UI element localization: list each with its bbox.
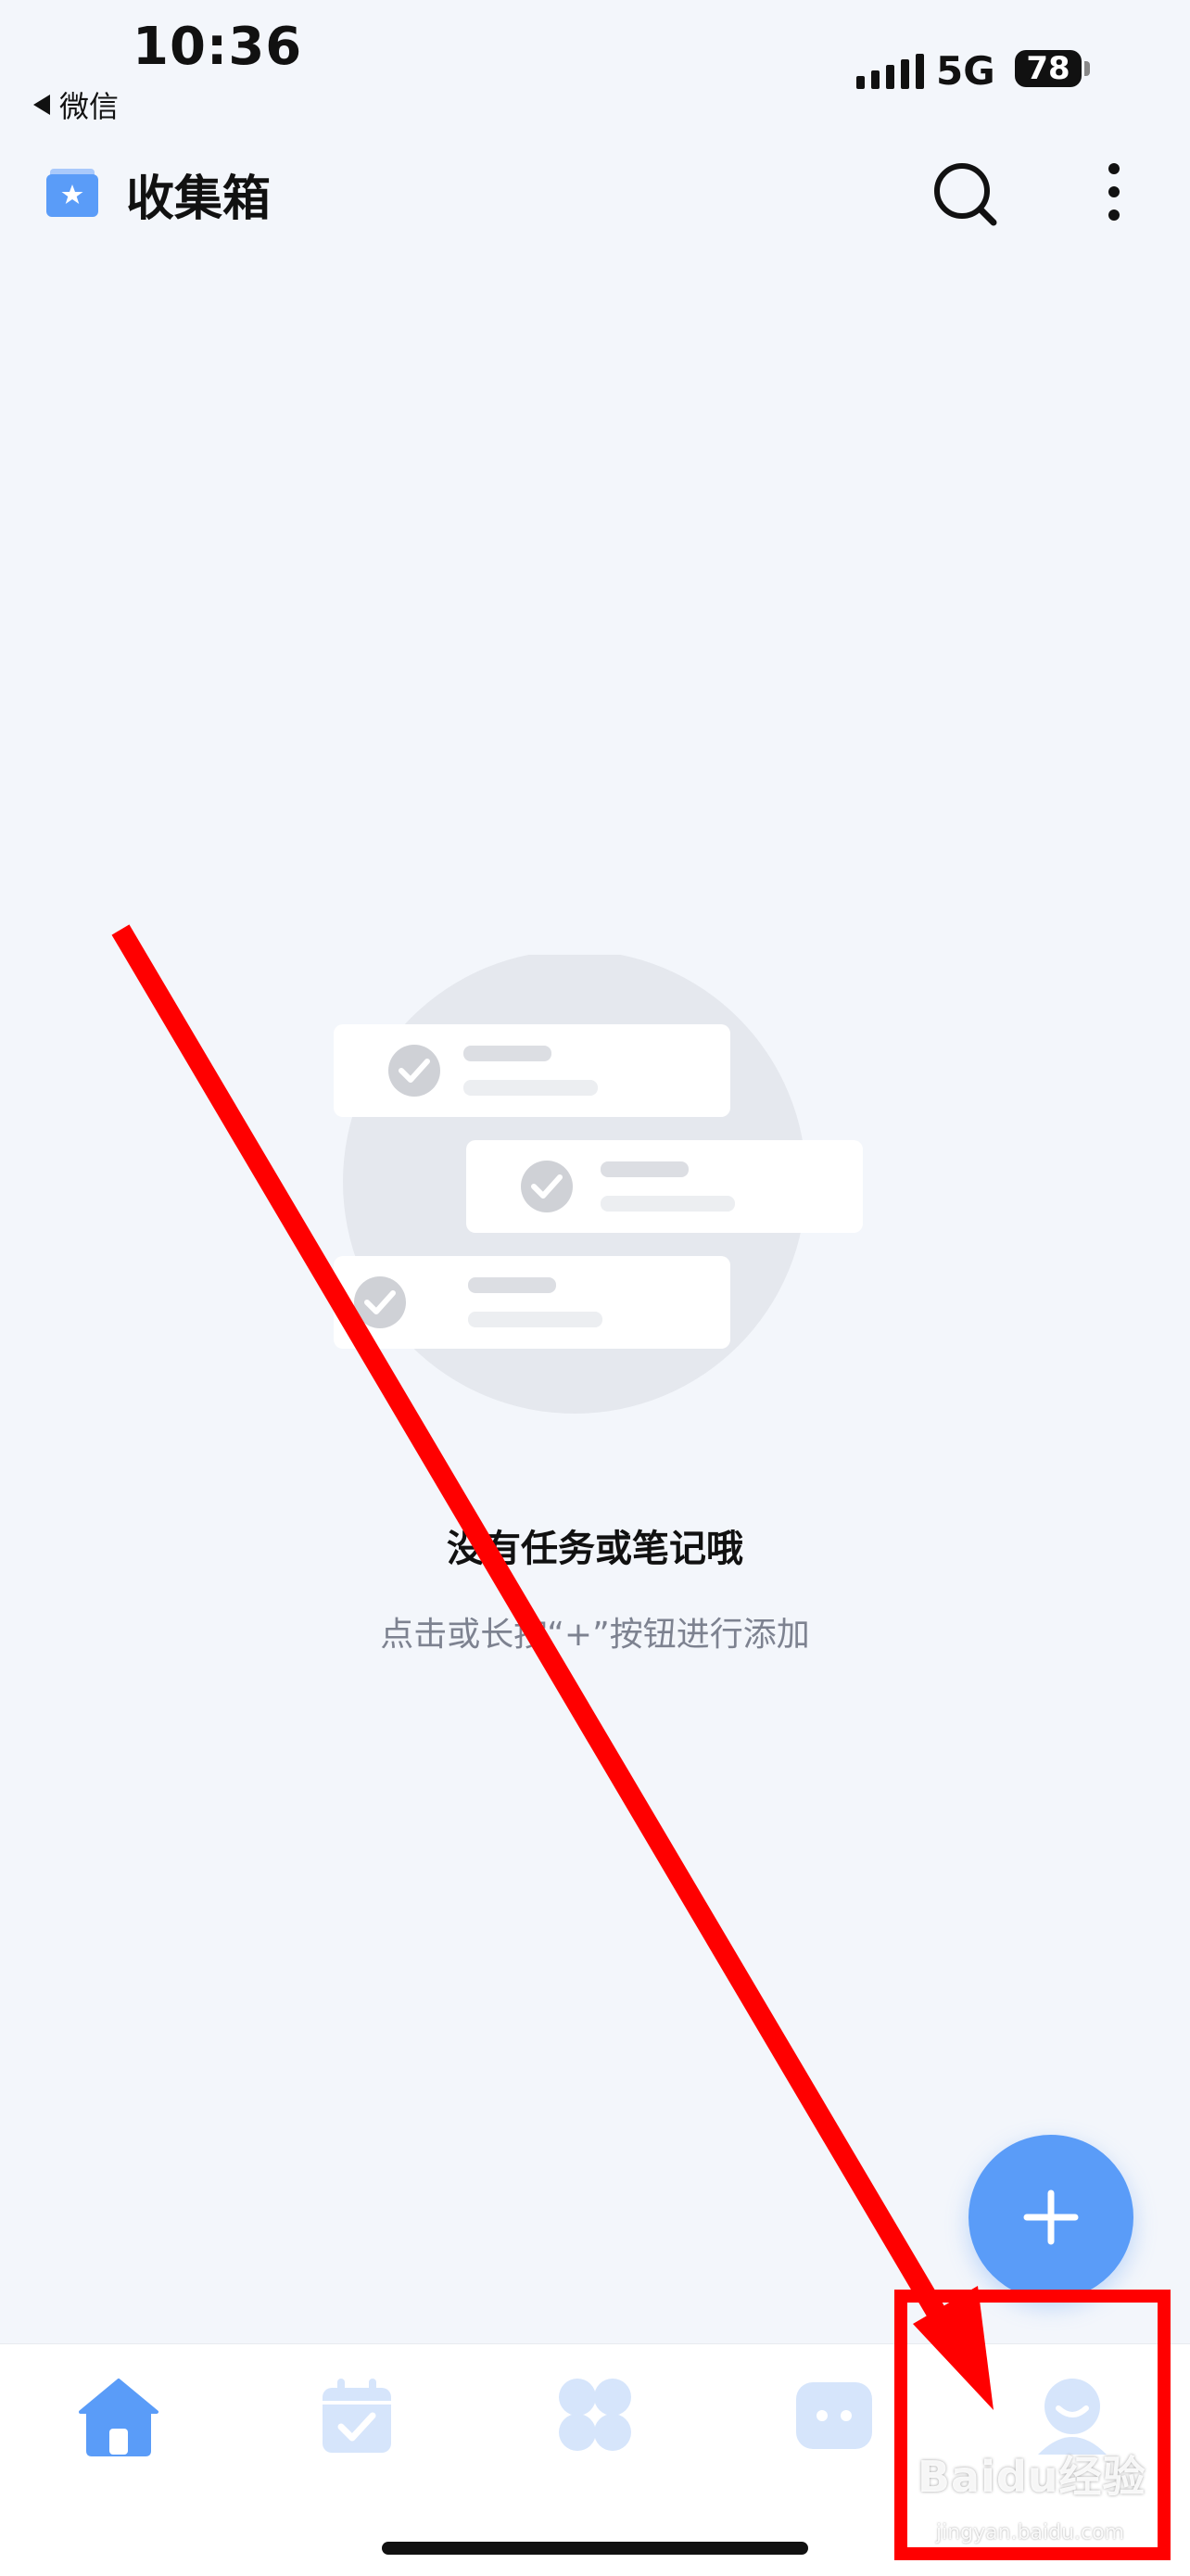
tab-home[interactable]	[77, 2373, 160, 2456]
battery-tip	[1084, 61, 1090, 76]
battery-level: 78	[1026, 50, 1070, 87]
profile-icon	[1044, 2379, 1100, 2434]
empty-tasks-illustration	[334, 955, 863, 1414]
back-arrow-icon	[33, 95, 50, 115]
empty-state-subtitle: 点击或长按“+”按钮进行添加	[380, 1616, 810, 1654]
tab-calendar[interactable]	[315, 2373, 399, 2456]
watermark-url: jingyan.baidu.com	[936, 2521, 1125, 2544]
grid-icon	[559, 2379, 631, 2451]
more-options-icon[interactable]	[1095, 159, 1133, 224]
back-to-wechat-link[interactable]: 微信	[33, 83, 119, 126]
add-button[interactable]	[968, 2135, 1133, 2300]
watermark-brand: Baidu经验	[918, 2452, 1146, 2502]
back-app-label: 微信	[59, 89, 120, 124]
status-time: 10:36	[133, 17, 303, 77]
search-icon[interactable]	[929, 158, 999, 228]
home-indicator	[382, 2542, 808, 2555]
battery-icon: 78	[1015, 50, 1082, 87]
empty-state-title: 没有任务或笔记哦	[447, 1528, 743, 1570]
signal-icon	[856, 54, 924, 89]
network-type: 5G	[936, 48, 995, 94]
calendar-check-icon	[323, 2388, 391, 2453]
tab-assistant[interactable]	[792, 2373, 876, 2456]
tab-grid[interactable]	[553, 2373, 637, 2456]
robot-icon	[796, 2382, 872, 2449]
inbox-icon	[46, 169, 98, 217]
page-title: 收集箱	[126, 171, 272, 227]
plus-icon	[1023, 2189, 1079, 2245]
